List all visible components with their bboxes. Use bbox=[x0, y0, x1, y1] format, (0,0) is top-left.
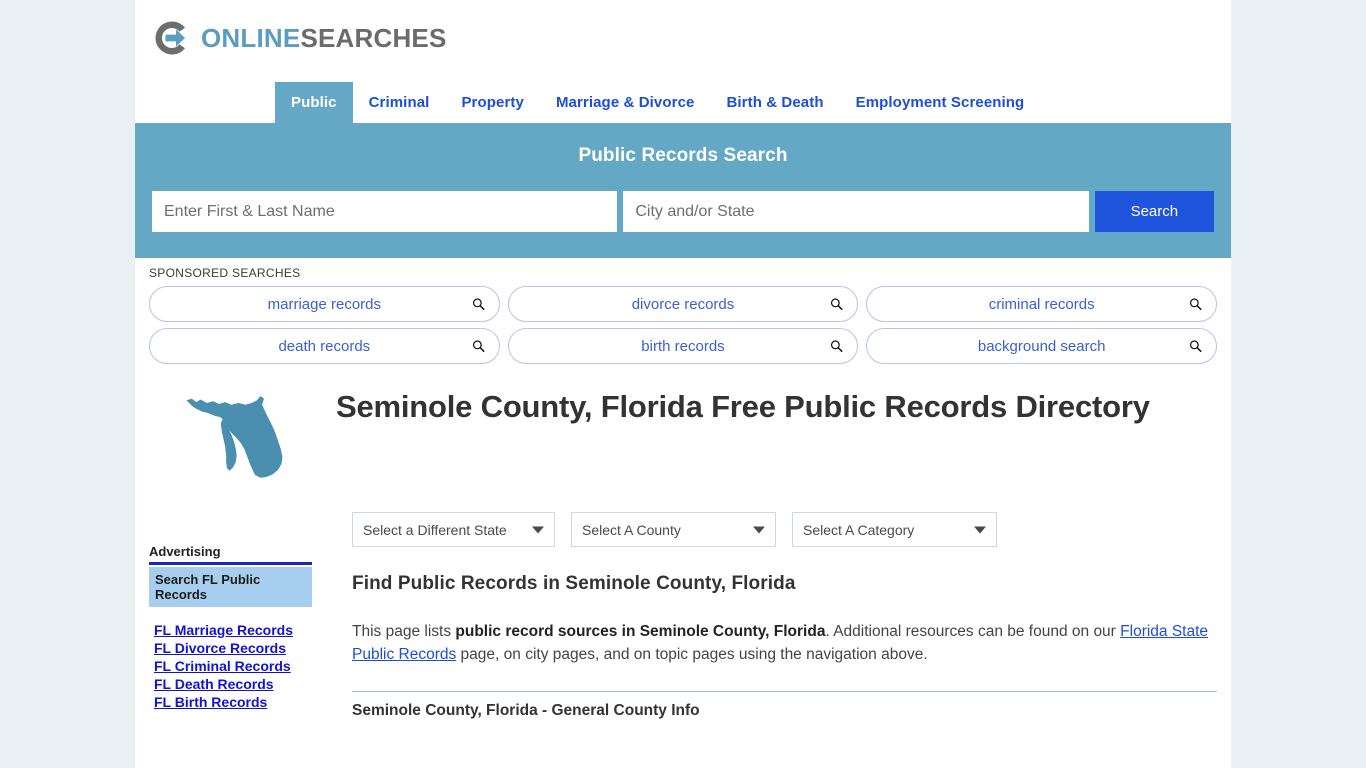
intro-text-2: . Additional resources can be found on o… bbox=[825, 623, 1121, 640]
search-icon bbox=[472, 340, 485, 353]
sponsored-pill-label: death records bbox=[278, 337, 371, 355]
intro-bold-text: public record sources in Seminole County… bbox=[455, 623, 826, 640]
sponsored-pill-label: marriage records bbox=[267, 295, 382, 313]
chevron-down-icon bbox=[753, 526, 765, 533]
tab-criminal[interactable]: Criminal bbox=[353, 82, 446, 123]
circle-arrow-icon bbox=[152, 18, 192, 58]
county-select-value: Select A County bbox=[582, 521, 681, 538]
tab-birth-death[interactable]: Birth & Death bbox=[710, 82, 839, 123]
search-icon bbox=[830, 340, 844, 353]
sponsored-pill-label: divorce records bbox=[631, 295, 735, 313]
sponsored-pill-label: background search bbox=[977, 337, 1106, 355]
tab-marriage-divorce[interactable]: Marriage & Divorce bbox=[540, 82, 711, 123]
search-name-input[interactable] bbox=[152, 191, 618, 232]
sponsored-pill-background-search[interactable]: background search bbox=[866, 328, 1217, 364]
florida-state-map-icon bbox=[183, 392, 293, 492]
search-icon bbox=[1189, 298, 1202, 311]
advertising-heading: Advertising bbox=[149, 544, 221, 559]
chevron-down-icon bbox=[532, 526, 544, 533]
sidebar: Advertising Search FL Public Records FL … bbox=[149, 492, 312, 720]
page-container: ONLINESEARCHES Public Criminal Property … bbox=[135, 0, 1231, 768]
sidebar-link-fl-criminal-records[interactable]: FL Criminal Records bbox=[149, 657, 312, 675]
search-icon bbox=[830, 298, 844, 311]
sponsored-pill-grid: marriage records divorce records crimina… bbox=[149, 286, 1217, 364]
logo-word-searches: SEARCHES bbox=[300, 23, 447, 53]
search-city-state-input[interactable] bbox=[623, 191, 1089, 232]
county-select[interactable]: Select A County bbox=[571, 512, 776, 547]
intro-paragraph: This page lists public record sources in… bbox=[352, 621, 1217, 667]
state-select-value: Select a Different State bbox=[363, 521, 507, 538]
content-columns: Advertising Search FL Public Records FL … bbox=[135, 492, 1231, 720]
site-logo[interactable]: ONLINESEARCHES bbox=[152, 18, 447, 58]
search-icon bbox=[472, 298, 485, 311]
page-title: Seminole County, Florida Free Public Rec… bbox=[336, 389, 1150, 424]
search-icon bbox=[1189, 340, 1202, 353]
logo-word-online: ONLINE bbox=[201, 23, 301, 53]
sidebar-link-fl-divorce-records[interactable]: FL Divorce Records bbox=[149, 639, 312, 657]
sponsored-pill-criminal-records[interactable]: criminal records bbox=[866, 286, 1217, 322]
tab-public[interactable]: Public bbox=[275, 82, 353, 123]
sponsored-pill-death-records[interactable]: death records bbox=[149, 328, 500, 364]
chevron-down-icon bbox=[974, 526, 986, 533]
public-records-search-banner: Public Records Search Search bbox=[135, 123, 1231, 258]
sidebar-link-list: FL Marriage Records FL Divorce Records F… bbox=[149, 621, 312, 711]
search-banner-title: Public Records Search bbox=[578, 145, 788, 166]
sponsored-pill-marriage-records[interactable]: marriage records bbox=[149, 286, 500, 322]
sponsored-searches-label: SPONSORED SEARCHES bbox=[149, 266, 301, 280]
tab-property[interactable]: Property bbox=[445, 82, 540, 123]
primary-nav: Public Criminal Property Marriage & Divo… bbox=[135, 82, 1231, 123]
advertising-divider bbox=[149, 562, 312, 565]
sponsored-pill-birth-records[interactable]: birth records bbox=[507, 328, 859, 364]
sponsored-searches-section: SPONSORED SEARCHES marriage records divo… bbox=[135, 258, 1231, 370]
category-select[interactable]: Select A Category bbox=[792, 512, 997, 547]
advertising-block: Advertising Search FL Public Records FL … bbox=[149, 544, 312, 711]
sponsored-pill-label: birth records bbox=[641, 337, 725, 355]
filter-dropdowns: Select a Different State Select A County… bbox=[352, 512, 1217, 547]
site-header: ONLINESEARCHES bbox=[135, 0, 1231, 82]
search-fl-public-records-button[interactable]: Search FL Public Records bbox=[149, 567, 312, 607]
search-submit-button[interactable]: Search bbox=[1094, 191, 1214, 232]
sponsored-pill-label: criminal records bbox=[988, 295, 1095, 313]
sponsored-pill-divorce-records[interactable]: divorce records bbox=[507, 286, 859, 322]
sidebar-link-fl-birth-records[interactable]: FL Birth Records bbox=[149, 693, 312, 711]
hero-title-block: Seminole County, Florida Free Public Rec… bbox=[135, 370, 1231, 492]
logo-wordmark: ONLINESEARCHES bbox=[201, 25, 447, 51]
main-content: Select a Different State Select A County… bbox=[312, 492, 1217, 720]
section-heading: Find Public Records in Seminole County, … bbox=[352, 573, 796, 594]
general-county-info-row: Seminole County, Florida - General Count… bbox=[352, 701, 700, 719]
intro-text-3: page, on city pages, and on topic pages … bbox=[456, 645, 928, 663]
category-select-value: Select A Category bbox=[803, 521, 915, 538]
tab-employment-screening[interactable]: Employment Screening bbox=[840, 82, 1041, 123]
sidebar-link-fl-death-records[interactable]: FL Death Records bbox=[149, 675, 312, 693]
sidebar-link-fl-marriage-records[interactable]: FL Marriage Records bbox=[149, 621, 312, 639]
state-select[interactable]: Select a Different State bbox=[352, 512, 555, 547]
search-form: Search bbox=[135, 191, 1231, 232]
intro-text-1: This page lists bbox=[352, 623, 456, 640]
